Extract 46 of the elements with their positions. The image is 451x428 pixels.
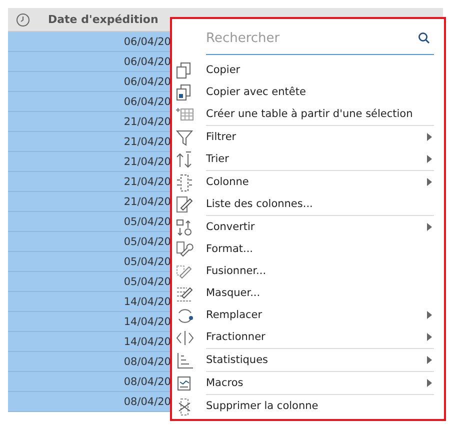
convert-icon [175,218,194,236]
menu-item[interactable]: Format... [175,238,434,260]
search-icon[interactable] [418,32,430,44]
table-cell: 21/04/20 [8,172,171,192]
table-cell: 08/04/20 [8,352,171,372]
table-cell: 21/04/20 [8,132,171,152]
sort-icon [175,150,194,168]
search-field[interactable]: Rechercher [206,30,418,46]
table-cell: 05/04/20 [8,212,171,232]
table-cell: 05/04/20 [8,252,171,272]
statistics-icon [175,350,194,370]
column-list-edit-icon [175,194,194,214]
table-cell: 08/04/20 [8,392,171,412]
menu-item[interactable]: Convertir [175,216,434,238]
column-title: Date d'expédition [48,13,158,26]
table-cell: 14/04/20 [8,312,171,332]
table-cell: 05/04/20 [8,272,171,292]
table-cell: 06/04/20 [8,92,171,112]
table-cell: 21/04/20 [8,112,171,132]
menu-item[interactable]: Copier [175,59,434,81]
menu-item[interactable]: Filtrer [175,126,434,148]
table-cell: 05/04/20 [8,232,171,252]
table-cell: 21/04/20 [8,152,171,172]
table-cell: 14/04/20 [8,332,171,352]
menu-item[interactable]: Créer une table à partir d'une sélection [175,103,434,125]
menu-item[interactable]: Remplacer [175,304,434,326]
menu-item[interactable]: Copier avec entête [175,81,434,103]
table-cell: 08/04/20 [8,372,171,392]
menu-item[interactable]: Macros [175,372,434,394]
menu-item[interactable]: Masquer... [175,282,434,304]
menu-item[interactable]: Supprimer la colonne [175,395,434,417]
menu-item[interactable]: Fractionner [175,326,434,348]
menu-item[interactable]: Colonne [175,171,434,193]
table-cell: 21/04/20 [8,192,171,212]
menu-item[interactable]: Liste des colonnes... [175,193,434,215]
table-cell: 06/04/20 [8,52,171,72]
clock-icon [16,12,30,26]
format-wrench-icon [175,240,194,258]
menu-item[interactable]: Fusionner... [175,260,434,282]
menu-item[interactable]: Statistiques [175,349,434,371]
filter-icon [175,128,194,146]
table-cell: 06/04/20 [8,32,171,52]
table-cell: 06/04/20 [8,72,171,92]
menu-item[interactable]: Trier [175,148,434,170]
table-cell: 14/04/20 [8,292,171,312]
column-icon [175,172,194,192]
